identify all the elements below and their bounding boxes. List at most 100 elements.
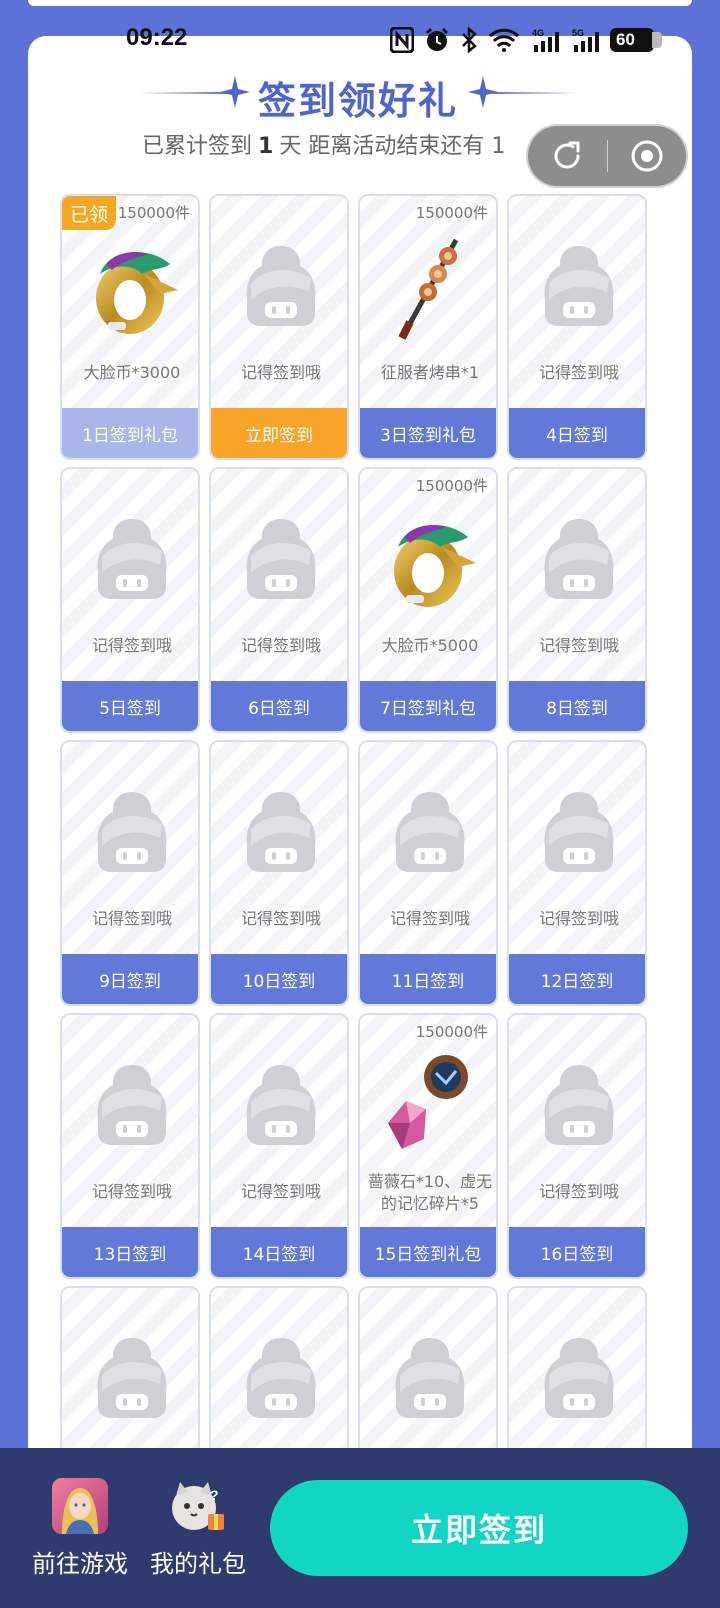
my-gifts-label: 我的礼包	[150, 1550, 246, 1578]
wifi-icon	[488, 28, 520, 52]
reward-card[interactable]: 150000件蔷薇石*10、虚无的记忆碎片*5 15日签到礼包	[358, 1013, 498, 1279]
game-avatar-icon	[52, 1478, 108, 1534]
reward-card[interactable]: 记得签到哦 立即签到	[209, 194, 349, 460]
day-reward-button[interactable]: 9日签到	[62, 954, 198, 1004]
bottom-bar: 前往游戏 ? 我的礼包 立即签到	[0, 1448, 720, 1608]
mascot-placeholder-icon	[241, 790, 321, 874]
mascot-placeholder-icon	[539, 517, 619, 601]
status-time: 09:22	[126, 24, 188, 51]
day-reward-button[interactable]: 10日签到	[211, 954, 347, 1004]
title-divider-left	[138, 92, 228, 94]
reward-card[interactable]: 150000件大脸币*5000 7日签到礼包	[358, 467, 498, 733]
target-icon	[631, 140, 663, 172]
signal-4g-icon: 4G	[532, 28, 559, 52]
day-reward-button[interactable]: 15日签到礼包	[360, 1227, 496, 1277]
reward-stock-count: 150000件	[117, 204, 190, 222]
bluetooth-icon	[462, 27, 477, 53]
day-reward-button[interactable]: 8日签到	[509, 681, 645, 731]
day-reward-button[interactable]: 14日签到	[211, 1227, 347, 1277]
reward-description: 记得签到哦	[538, 909, 619, 928]
reward-card[interactable]: 记得签到哦 13日签到	[60, 1013, 200, 1279]
reward-card[interactable]: 记得签到哦 6日签到	[209, 467, 349, 733]
skewer-icon	[380, 234, 480, 344]
close-miniprogram-button[interactable]	[608, 126, 687, 186]
reward-stock-count: 150000件	[415, 477, 488, 495]
my-gifts-button[interactable]: ? 我的礼包	[138, 1478, 258, 1579]
mascot-placeholder-icon	[92, 517, 172, 601]
summary-prefix: 已累计签到	[142, 134, 253, 159]
reward-card[interactable]: 记得签到哦 11日签到	[358, 740, 498, 1006]
day-reward-button[interactable]: 6日签到	[211, 681, 347, 731]
mascot-placeholder-icon	[241, 1063, 321, 1147]
reward-description: 记得签到哦	[240, 909, 321, 928]
reward-card[interactable]: 150000件 已领大脸币*3000 1日签到礼包	[60, 194, 200, 460]
reward-card[interactable]: 记得签到哦 8日签到	[507, 467, 647, 733]
day-reward-button[interactable]: 4日签到	[509, 408, 645, 458]
reward-card[interactable]: 记得签到哦 14日签到	[209, 1013, 349, 1279]
nfc-icon	[390, 27, 414, 53]
battery-icon: 60	[610, 28, 662, 52]
mascot-placeholder-icon	[390, 1336, 470, 1420]
day-reward-button[interactable]: 13日签到	[62, 1227, 198, 1277]
summary-days: 1	[258, 134, 274, 159]
reward-card[interactable]: 记得签到哦 5日签到	[60, 467, 200, 733]
mascot-placeholder-icon	[539, 1063, 619, 1147]
reward-card[interactable]: 150000件征服者烤串*1 3日签到礼包	[358, 194, 498, 460]
sign-in-day-button[interactable]: 立即签到	[211, 408, 347, 458]
gold-ring-icon	[380, 507, 480, 617]
go-to-game-button[interactable]: 前往游戏	[20, 1478, 140, 1579]
sparkle-icon	[220, 76, 250, 108]
status-icons: 4G 5G 60	[390, 26, 662, 54]
mascot-placeholder-icon	[241, 1336, 321, 1420]
day-reward-button[interactable]: 5日签到	[62, 681, 198, 731]
reward-description: 记得签到哦	[91, 636, 172, 655]
alarm-icon	[425, 27, 449, 51]
reward-stock-count: 150000件	[415, 204, 488, 222]
mascot-placeholder-icon	[390, 790, 470, 874]
mascot-placeholder-icon	[539, 244, 619, 328]
mascot-placeholder-icon	[539, 790, 619, 874]
crystal-icon	[380, 1053, 480, 1163]
reward-description: 记得签到哦	[240, 1182, 321, 1201]
mascot-placeholder-icon	[539, 1336, 619, 1420]
claimed-badge: 已领	[62, 196, 116, 230]
svg-text:5G: 5G	[572, 28, 584, 38]
reward-card[interactable]: 记得签到哦 16日签到	[507, 1013, 647, 1279]
day-reward-button[interactable]: 11日签到	[360, 954, 496, 1004]
reward-card[interactable]: 记得签到哦 10日签到	[209, 740, 349, 1006]
refresh-share-icon	[554, 141, 580, 169]
reward-card[interactable]: 记得签到哦 4日签到	[507, 194, 647, 460]
share-button[interactable]	[528, 126, 607, 186]
reward-description: 大脸币*3000	[83, 363, 181, 382]
reward-description: 记得签到哦	[240, 636, 321, 655]
svg-text:4G: 4G	[532, 28, 544, 38]
reward-card[interactable]: 记得签到哦 9日签到	[60, 740, 200, 1006]
reward-card[interactable]: 记得签到哦 12日签到	[507, 740, 647, 1006]
reward-description: 记得签到哦	[389, 909, 470, 928]
reward-description: 记得签到哦	[538, 1182, 619, 1201]
reward-description: 大脸币*5000	[381, 636, 479, 655]
day-reward-button[interactable]: 1日签到礼包	[62, 408, 198, 458]
miniprogram-capsule	[526, 124, 688, 188]
day-reward-button[interactable]: 16日签到	[509, 1227, 645, 1277]
signin-summary: 已累计签到 1 天 距离活动结束还有 1	[142, 128, 505, 160]
day-reward-button[interactable]: 7日签到礼包	[360, 681, 496, 731]
reward-description: 记得签到哦	[91, 909, 172, 928]
reward-description: 记得签到哦	[240, 363, 321, 382]
go-to-game-label: 前往游戏	[32, 1550, 128, 1578]
reward-description: 记得签到哦	[538, 636, 619, 655]
title-divider-right	[490, 92, 580, 94]
reward-description: 记得签到哦	[91, 1182, 172, 1201]
day-reward-button[interactable]: 3日签到礼包	[360, 408, 496, 458]
reward-description: 征服者烤串*1	[380, 363, 480, 382]
sign-in-now-button[interactable]: 立即签到	[270, 1480, 688, 1576]
gift-cat-icon: ?	[170, 1478, 226, 1534]
reward-description: 蔷薇石*10、虚无的记忆碎片*5	[367, 1172, 493, 1213]
status-bar: 09:22 4G 5G 60	[0, 0, 720, 80]
reward-description: 记得签到哦	[538, 363, 619, 382]
gold-ring-icon	[82, 234, 182, 344]
summary-suffix: 天 距离活动结束还有 1	[279, 134, 506, 159]
mascot-placeholder-icon	[92, 790, 172, 874]
day-reward-button[interactable]: 12日签到	[509, 954, 645, 1004]
reward-stock-count: 150000件	[415, 1023, 488, 1041]
